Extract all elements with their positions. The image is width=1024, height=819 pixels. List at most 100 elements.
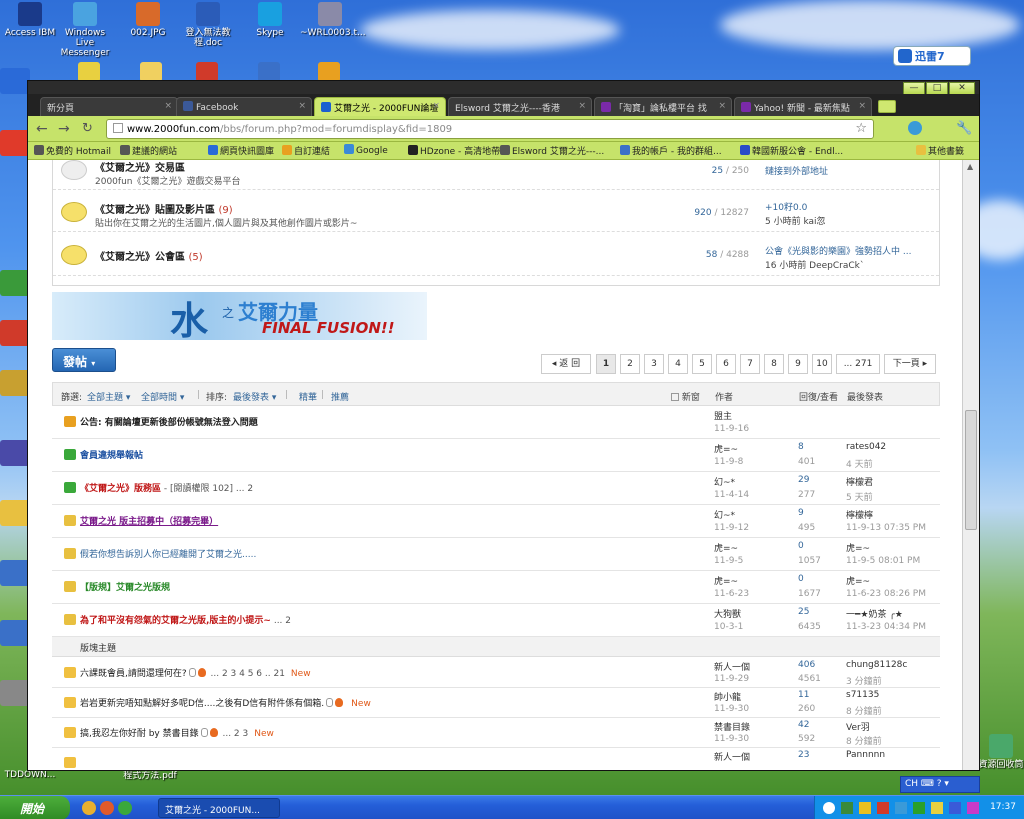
scroll-up-icon[interactable]: ▲: [967, 162, 973, 171]
last-post-time[interactable]: 8 分鐘前: [846, 704, 882, 717]
scrollbar-thumb[interactable]: [965, 410, 977, 530]
desktop-icon-tddown[interactable]: TDDOWN...: [0, 770, 60, 780]
last-post-time[interactable]: 11-3-23 04:34 PM: [846, 622, 926, 632]
forum-last-post[interactable]: 鏈接到外部地址: [765, 164, 828, 177]
tray-icon[interactable]: [877, 802, 889, 814]
desktop-shortcut-icon[interactable]: [0, 500, 30, 526]
close-tab-icon[interactable]: ×: [578, 101, 586, 111]
extension-icon[interactable]: [908, 121, 922, 135]
forum-name[interactable]: 《艾爾之光》貼圖及影片區 (9): [95, 201, 233, 216]
vertical-scrollbar[interactable]: ▲: [962, 160, 979, 770]
address-bar[interactable]: www.2000fun.com/bbs/forum.php?mod=forumd…: [106, 119, 874, 139]
reload-icon[interactable]: ↻: [82, 121, 93, 136]
close-tab-icon[interactable]: ×: [432, 101, 440, 111]
filter-all-time[interactable]: 全部時間 ▾: [141, 390, 184, 403]
back-icon[interactable]: ←: [36, 121, 48, 137]
quicklaunch-icon[interactable]: [118, 801, 132, 815]
quicklaunch-chrome-icon[interactable]: [82, 801, 96, 815]
thread-author[interactable]: 虎=~: [714, 442, 738, 455]
thread-title[interactable]: 岩岩更新完唔知點解好多呢D信....之後有D信有附件係有個箱. New: [80, 696, 371, 709]
tab-1[interactable]: Facebook ×: [176, 97, 312, 116]
thread-title[interactable]: 六課既會員,請問還理何在? ... 2 3 4 5 6 .. 21 New: [80, 666, 311, 679]
filter-digest[interactable]: 精華: [299, 390, 317, 403]
tab-0[interactable]: 新分頁 ×: [40, 97, 178, 116]
desktop-icon[interactable]: 002.JPG: [118, 2, 178, 38]
ie-desktop-icon[interactable]: [0, 68, 30, 94]
bookmark-item[interactable]: 網頁快訊圖庫: [208, 144, 274, 157]
desktop-icon[interactable]: 登入無法教程.doc: [178, 2, 238, 48]
last-post-time[interactable]: 4 天前: [846, 457, 873, 470]
bookmark-item[interactable]: Google: [344, 144, 388, 156]
tray-icon[interactable]: [967, 802, 979, 814]
pager-page[interactable]: 9: [788, 354, 808, 374]
last-post-user[interactable]: 檸檬君: [846, 475, 873, 488]
tray-icon[interactable]: [949, 802, 961, 814]
thread-author[interactable]: 虎=~: [714, 541, 738, 554]
thread-title[interactable]: 公告: 有關論壇更新後部份帳號無法登入問題: [80, 415, 258, 428]
other-bookmarks[interactable]: 其他書籤: [916, 144, 964, 157]
last-post-user[interactable]: 虎=~: [846, 541, 870, 554]
desktop-shortcut-icon[interactable]: [0, 130, 30, 156]
tray-icon[interactable]: [895, 802, 907, 814]
thread-title[interactable]: 會員違規舉報帖: [80, 448, 143, 461]
last-post-time[interactable]: 11-9-13 07:35 PM: [846, 523, 926, 533]
wrench-icon[interactable]: 🔧: [956, 121, 972, 136]
desktop-icon[interactable]: Skype: [240, 2, 300, 38]
last-post-time[interactable]: 8 分鐘前: [846, 734, 882, 747]
last-post-user[interactable]: 檸檬檸: [846, 508, 873, 521]
thread-title[interactable]: 【版規】艾爾之光版規: [80, 580, 170, 593]
last-post-time[interactable]: 5 天前: [846, 490, 873, 503]
desktop-shortcut-icon[interactable]: [0, 620, 30, 646]
forum-last-post[interactable]: 公會《光與影的樂園》強勢招人中 ...: [765, 244, 911, 257]
thread-author[interactable]: 帥小龍: [714, 690, 741, 703]
pager-page[interactable]: 4: [668, 354, 688, 374]
close-tab-icon[interactable]: ×: [164, 101, 172, 111]
tab-2[interactable]: 艾爾之光 - 2000FUN論壇 ×: [314, 97, 446, 116]
thread-author[interactable]: 虎=~: [714, 574, 738, 587]
last-post-user[interactable]: chung81128c: [846, 660, 907, 670]
start-button[interactable]: 開始: [0, 796, 70, 819]
thread-title[interactable]: 艾爾之光 版主招募中（招募完畢）: [80, 514, 218, 527]
last-post-user[interactable]: s71135: [846, 690, 879, 700]
sort-dropdown[interactable]: 最後發表 ▾: [233, 390, 276, 403]
desktop-file-icon[interactable]: [258, 62, 280, 82]
close-tab-icon[interactable]: ×: [858, 101, 866, 111]
desktop-file-icon[interactable]: [196, 62, 218, 82]
desktop-icon[interactable]: ~WRL0003.t...: [300, 2, 366, 38]
filter-recommend[interactable]: 推薦: [331, 390, 349, 403]
new-tab-button[interactable]: [878, 100, 896, 113]
pager-page[interactable]: 2: [620, 354, 640, 374]
desktop-file-icon[interactable]: [78, 62, 100, 82]
forum-last-post[interactable]: +10籽0.0: [765, 200, 807, 213]
thread-title[interactable]: 搞,我忍左你好耐 by 禁書目錄 ... 2 3 New: [80, 726, 274, 739]
last-post-time[interactable]: 11-9-5 08:01 PM: [846, 556, 920, 566]
pager-page[interactable]: 7: [740, 354, 760, 374]
new-post-button[interactable]: 發帖 ▾: [52, 348, 116, 372]
filter-all-topics[interactable]: 全部主題 ▾: [87, 390, 130, 403]
tray-icon[interactable]: [859, 802, 871, 814]
quicklaunch-icon[interactable]: [100, 801, 114, 815]
close-tab-icon[interactable]: ×: [298, 101, 306, 111]
last-post-user[interactable]: 一━★奶茶 ╭★: [846, 607, 903, 620]
thread-author[interactable]: 禁書目錄: [714, 720, 750, 733]
last-post-user[interactable]: 虎=~: [846, 574, 870, 587]
thread-author[interactable]: 盟主: [714, 409, 732, 422]
recycle-bin-icon[interactable]: 資源回收筒: [978, 734, 1024, 770]
bookmark-item[interactable]: HDzone - 高清地帶: [408, 144, 500, 157]
desktop-shortcut-icon[interactable]: [0, 370, 30, 396]
last-post-user[interactable]: rates042: [846, 442, 886, 452]
taskbar-item-browser[interactable]: 艾爾之光 - 2000FUN...: [158, 798, 280, 818]
bookmark-item[interactable]: 韓國新服公會 - Endl...: [740, 144, 843, 157]
desktop-shortcut-icon[interactable]: [0, 440, 30, 466]
thread-author[interactable]: 新人一個: [714, 750, 750, 763]
thread-author[interactable]: 新人一個: [714, 660, 750, 673]
bookmark-item[interactable]: Elsword 艾爾之光---...: [500, 144, 604, 157]
close-tab-icon[interactable]: ×: [718, 101, 726, 111]
thread-title[interactable]: 《艾爾之光》版務區 - [閱讀權限 102] ... 2: [80, 481, 253, 494]
pager-page[interactable]: 1: [596, 354, 616, 374]
xunlei-widget[interactable]: 迅雷7: [893, 46, 971, 66]
tray-icon[interactable]: [931, 802, 943, 814]
last-post-user[interactable]: Pannnnn: [846, 750, 885, 760]
pager-page[interactable]: 6: [716, 354, 736, 374]
tray-icon[interactable]: [913, 802, 925, 814]
